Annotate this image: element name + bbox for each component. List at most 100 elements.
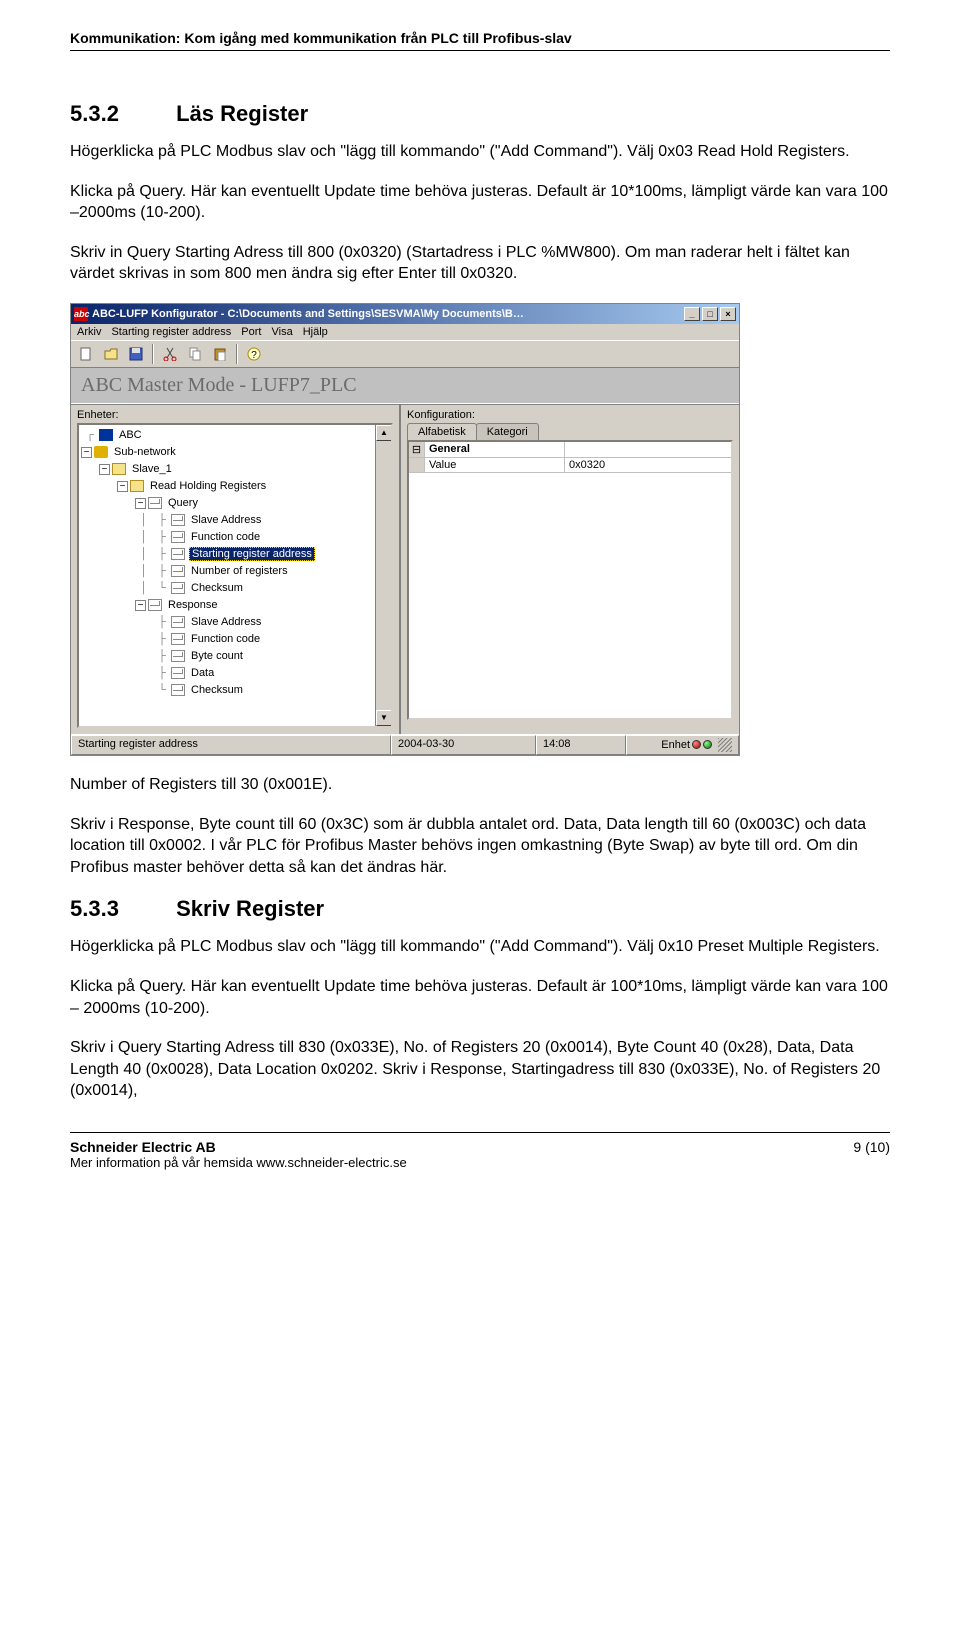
page-number: 9 (10) [853,1139,890,1170]
envelope-icon [171,565,185,577]
envelope-icon [171,514,185,526]
grid-value-field[interactable]: 0x0320 [565,458,731,472]
led-green-icon [703,740,712,749]
heading-num: 5.3.2 [70,101,170,127]
para: Klicka på Query. Här kan eventuellt Upda… [70,976,890,1019]
collapse-icon[interactable]: − [81,447,92,458]
separator [152,344,154,364]
heading-532: 5.3.2 Läs Register [70,101,890,127]
window-title: ABC-LUFP Konfigurator - C:\Documents and… [92,308,684,320]
menu-port[interactable]: Port [241,326,261,338]
tree-func-code2[interactable]: Function code [189,633,262,645]
subnetwork-icon [94,446,108,458]
separator [236,344,238,364]
envelope-icon [148,497,162,509]
app-window: abc ABC-LUFP Konfigurator - C:\Documents… [70,303,740,756]
grid-general-label: General [425,442,565,457]
collapse-icon[interactable]: − [135,600,146,611]
open-icon[interactable] [100,344,122,364]
tree-rhr[interactable]: Read Holding Registers [148,480,268,492]
page-header: Kommunikation: Kom igång med kommunikati… [70,30,890,51]
envelope-icon [171,548,185,560]
right-pane: Konfiguration: Alfabetisk Kategori ⊟ Gen… [401,405,739,734]
envelope-icon [171,582,185,594]
expand-general-icon[interactable]: ⊟ [409,442,425,457]
tree-slave-addr2[interactable]: Slave Address [189,616,263,628]
app-icon: abc [74,307,88,321]
info-icon[interactable]: ? [243,344,265,364]
cut-icon[interactable] [159,344,181,364]
status-context: Starting register address [71,735,391,755]
para: Högerklicka på PLC Modbus slav och "lägg… [70,936,890,958]
page-footer: Schneider Electric AB Mer information på… [70,1132,890,1170]
toolbar: ? [71,340,739,367]
tab-alfabetisk[interactable]: Alfabetisk [407,423,477,440]
para: Skriv i Query Starting Adress till 830 (… [70,1037,890,1102]
collapse-icon[interactable]: − [117,481,128,492]
tree-query[interactable]: Query [166,497,200,509]
tree-abc[interactable]: ABC [117,429,144,441]
scroll-up-icon[interactable]: ▲ [376,425,392,441]
left-pane-label: Enheter: [77,409,393,421]
collapse-icon[interactable]: − [135,498,146,509]
right-pane-label: Konfiguration: [407,409,733,421]
copy-icon[interactable] [184,344,206,364]
mode-banner: ABC Master Mode - LUFP7_PLC [71,367,739,404]
envelope-icon [171,650,185,662]
abc-node-icon [99,429,113,441]
para: Skriv i Response, Byte count till 60 (0x… [70,814,890,879]
envelope-icon [148,599,162,611]
tree-response[interactable]: Response [166,599,220,611]
tab-kategori[interactable]: Kategori [476,423,539,440]
para: Skriv in Query Starting Adress till 800 … [70,242,890,285]
maximize-button[interactable]: □ [702,307,718,321]
tree-checksum[interactable]: Checksum [189,582,245,594]
left-pane: Enheter: ┌ABC −Sub-network −Slave_1 −Rea… [71,405,401,734]
led-red-icon [692,740,701,749]
envelope-icon [171,633,185,645]
menu-starting-register[interactable]: Starting register address [111,326,231,338]
status-enhet: Enhet [626,735,739,755]
menubar: Arkiv Starting register address Port Vis… [71,324,739,340]
menu-arkiv[interactable]: Arkiv [77,326,101,338]
tree-num-registers[interactable]: Number of registers [189,565,290,577]
save-icon[interactable] [125,344,147,364]
para: Högerklicka på PLC Modbus slav och "lägg… [70,141,890,163]
footer-company: Schneider Electric AB [70,1139,407,1155]
svg-text:?: ? [251,350,257,361]
heading-533: 5.3.3 Skriv Register [70,896,890,922]
titlebar: abc ABC-LUFP Konfigurator - C:\Documents… [71,304,739,324]
paste-icon[interactable] [209,344,231,364]
envelope-icon [171,531,185,543]
folder-icon [112,463,126,475]
heading-num: 5.3.3 [70,896,170,922]
envelope-icon [171,684,185,696]
tree-data[interactable]: Data [189,667,216,679]
heading-title: Läs Register [176,101,308,126]
envelope-icon [171,667,185,679]
property-grid[interactable]: ⊟ General Value 0x0320 [407,440,733,720]
tree-view[interactable]: ┌ABC −Sub-network −Slave_1 −Read Holding… [77,423,393,728]
tree-slave-addr[interactable]: Slave Address [189,514,263,526]
new-icon[interactable] [75,344,97,364]
resize-grip-icon[interactable] [718,738,732,752]
scroll-down-icon[interactable]: ▼ [376,710,392,726]
menu-visa[interactable]: Visa [271,326,292,338]
collapse-icon[interactable]: − [99,464,110,475]
menu-hjalp[interactable]: Hjälp [303,326,328,338]
tree-func-code[interactable]: Function code [189,531,262,543]
tree-slave1[interactable]: Slave_1 [130,463,174,475]
para: Number of Registers till 30 (0x001E). [70,774,890,796]
statusbar: Starting register address 2004-03-30 14:… [71,734,739,755]
close-button[interactable]: × [720,307,736,321]
tree-checksum2[interactable]: Checksum [189,684,245,696]
heading-title: Skriv Register [176,896,324,921]
tree-starting-register-selected[interactable]: Starting register address [189,547,315,561]
footer-info: Mer information på vår hemsida www.schne… [70,1155,407,1170]
status-time: 14:08 [536,735,626,755]
minimize-button[interactable]: _ [684,307,700,321]
tree-byte-count[interactable]: Byte count [189,650,245,662]
grid-value-key: Value [425,458,565,472]
tree-subnetwork[interactable]: Sub-network [112,446,178,458]
scrollbar[interactable]: ▲ ▼ [375,425,391,726]
